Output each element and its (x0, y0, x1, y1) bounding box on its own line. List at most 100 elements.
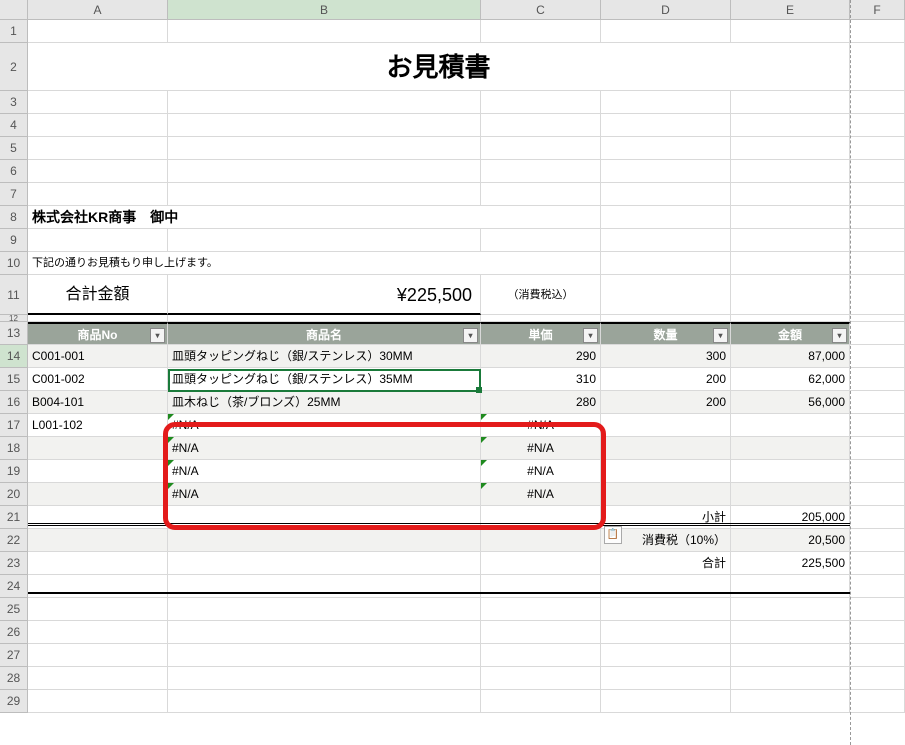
cell[interactable] (601, 598, 731, 621)
cell-name[interactable]: 皿頭タッピングねじ（銀/ステンレス）35MM (168, 368, 481, 391)
cell-price-error[interactable]: #N/A (481, 460, 601, 483)
cell-qty[interactable] (601, 437, 731, 460)
row-21[interactable]: 21 (0, 506, 28, 529)
cell-price[interactable]: 290 (481, 345, 601, 368)
row-26[interactable]: 26 (0, 621, 28, 644)
cell[interactable] (850, 667, 905, 690)
cell[interactable] (168, 160, 481, 183)
row-17[interactable]: 17 (0, 414, 28, 437)
row-18[interactable]: 18 (0, 437, 28, 460)
cell-no[interactable]: B004-101 (28, 391, 168, 414)
cell[interactable] (850, 275, 905, 315)
cell[interactable] (168, 114, 481, 137)
cell[interactable] (731, 20, 850, 43)
row-9[interactable]: 9 (0, 229, 28, 252)
cell[interactable] (601, 183, 731, 206)
row-28[interactable]: 28 (0, 667, 28, 690)
cell[interactable] (168, 598, 481, 621)
cell-amt[interactable] (731, 414, 850, 437)
cell[interactable] (601, 160, 731, 183)
row-15[interactable]: 15 (0, 368, 28, 391)
cell-qty[interactable]: 300 (601, 345, 731, 368)
cell[interactable] (168, 690, 481, 713)
document-title[interactable]: お見積書 (28, 43, 850, 91)
cell[interactable] (28, 137, 168, 160)
cell[interactable] (601, 20, 731, 43)
col-F[interactable]: F (850, 0, 905, 19)
cell[interactable] (850, 460, 905, 483)
cell[interactable] (850, 391, 905, 414)
cell[interactable] (850, 20, 905, 43)
cell[interactable] (601, 575, 731, 598)
row-25[interactable]: 25 (0, 598, 28, 621)
cell[interactable] (481, 315, 601, 322)
cell-amt[interactable] (731, 483, 850, 506)
cell[interactable] (481, 667, 601, 690)
cell[interactable] (168, 621, 481, 644)
row-8[interactable]: 8 (0, 206, 28, 229)
row-4[interactable]: 4 (0, 114, 28, 137)
cell[interactable] (850, 229, 905, 252)
cell[interactable] (168, 137, 481, 160)
cell[interactable] (601, 229, 731, 252)
cell[interactable] (481, 20, 601, 43)
cell[interactable] (731, 160, 850, 183)
cell[interactable] (850, 483, 905, 506)
select-all-corner[interactable] (0, 0, 28, 19)
col-E[interactable]: E (731, 0, 850, 19)
cell-name-error[interactable]: #N/A (168, 483, 481, 506)
cell[interactable] (481, 529, 601, 552)
cell[interactable] (28, 667, 168, 690)
cell-amt[interactable]: 56,000 (731, 391, 850, 414)
cell[interactable] (28, 315, 168, 322)
cell[interactable] (850, 252, 905, 275)
row-6[interactable]: 6 (0, 160, 28, 183)
cell[interactable] (168, 20, 481, 43)
paste-options-icon[interactable]: 📋 (604, 526, 622, 544)
cell[interactable] (28, 183, 168, 206)
cell[interactable] (168, 183, 481, 206)
cell-no[interactable] (28, 483, 168, 506)
cell[interactable] (850, 345, 905, 368)
cell[interactable] (168, 552, 481, 575)
cell-name[interactable]: 皿頭タッピングねじ（銀/ステンレス）30MM (168, 345, 481, 368)
cell[interactable] (850, 437, 905, 460)
grid[interactable]: 1 2 お見積書 3 4 5 6 7 8 株式会社KR商事 御中 9 10 下記… (0, 20, 905, 713)
cell[interactable] (481, 137, 601, 160)
cell[interactable] (601, 137, 731, 160)
cell[interactable] (481, 598, 601, 621)
row-1[interactable]: 1 (0, 20, 28, 43)
cell[interactable] (481, 644, 601, 667)
cell[interactable] (28, 621, 168, 644)
cell[interactable] (850, 506, 905, 529)
cell-price-error[interactable]: #N/A (481, 437, 601, 460)
cell[interactable] (850, 368, 905, 391)
th-name[interactable]: 商品名▾ (168, 322, 481, 345)
row-29[interactable]: 29 (0, 690, 28, 713)
cell[interactable] (601, 91, 731, 114)
cell-price[interactable]: 280 (481, 391, 601, 414)
cell[interactable] (850, 160, 905, 183)
cell[interactable] (850, 575, 905, 598)
cell[interactable] (850, 114, 905, 137)
cell[interactable] (601, 114, 731, 137)
cell[interactable] (168, 315, 481, 322)
memo-text[interactable]: 下記の通りお見積もり申し上げます。 (28, 252, 601, 275)
filter-button[interactable]: ▾ (150, 328, 165, 343)
company-name[interactable]: 株式会社KR商事 御中 (28, 206, 601, 229)
cell[interactable] (731, 575, 850, 598)
cell-name-error[interactable]: #N/A (168, 414, 481, 437)
cell[interactable] (601, 315, 731, 322)
cell[interactable] (850, 183, 905, 206)
cell[interactable] (731, 275, 850, 315)
cell[interactable] (850, 91, 905, 114)
cell[interactable] (601, 690, 731, 713)
cell[interactable] (481, 183, 601, 206)
row-20[interactable]: 20 (0, 483, 28, 506)
cell[interactable] (168, 644, 481, 667)
cell-qty[interactable] (601, 414, 731, 437)
cell-name[interactable]: 皿木ねじ（茶/ブロンズ）25MM (168, 391, 481, 414)
cell[interactable] (850, 644, 905, 667)
cell[interactable] (481, 229, 601, 252)
cell-price[interactable]: 310 (481, 368, 601, 391)
